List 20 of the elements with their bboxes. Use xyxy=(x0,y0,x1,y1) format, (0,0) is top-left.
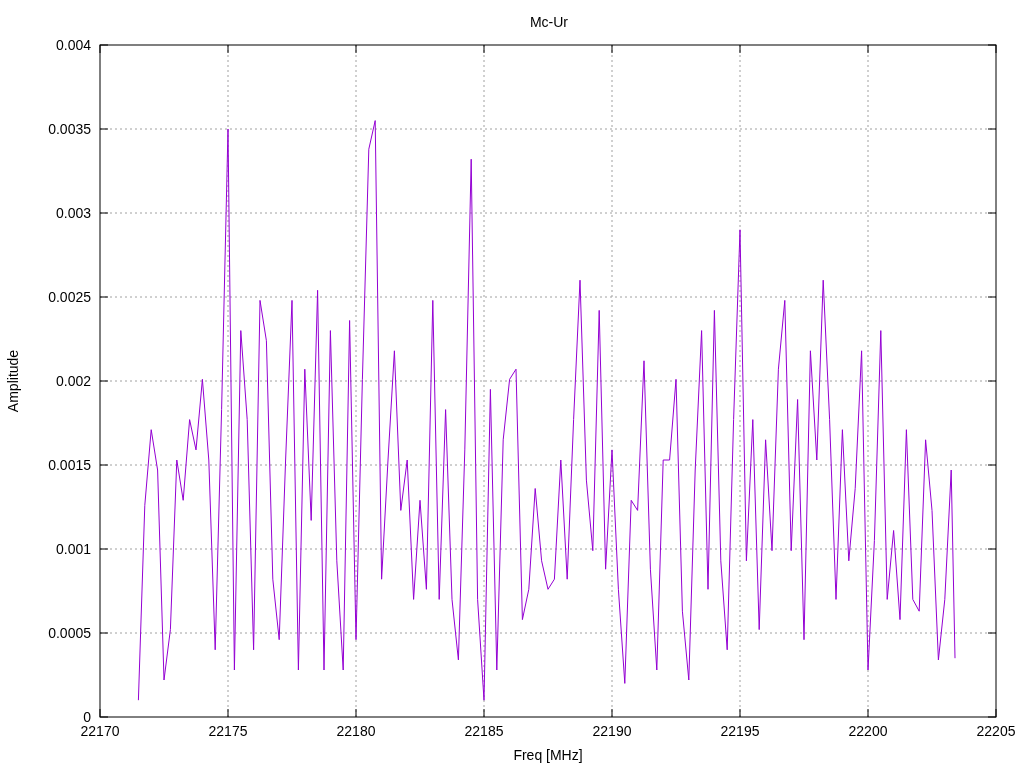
y-tick-label: 0.003 xyxy=(55,205,91,221)
x-tick-label: 22190 xyxy=(592,723,632,739)
y-tick-label: 0.0005 xyxy=(48,625,91,641)
x-tick-label: 22195 xyxy=(720,723,760,739)
y-tick-label: 0.0015 xyxy=(48,457,91,473)
y-tick-label: 0 xyxy=(83,709,91,725)
chart-title: Mc-Ur xyxy=(529,14,569,30)
y-axis-label: Amplitude xyxy=(5,349,21,413)
x-tick-label: 22170 xyxy=(80,723,120,739)
x-tick-label: 22185 xyxy=(464,723,504,739)
y-tick-label: 0.0025 xyxy=(48,289,91,305)
y-tick-label: 0.001 xyxy=(55,541,91,557)
y-tick-label: 0.004 xyxy=(55,37,91,53)
x-tick-label: 22180 xyxy=(336,723,376,739)
x-tick-label: 22200 xyxy=(848,723,888,739)
x-tick-label: 22205 xyxy=(976,723,1016,739)
y-tick-label: 0.002 xyxy=(55,373,91,389)
x-tick-label: 22175 xyxy=(208,723,248,739)
x-axis-label: Freq [MHz] xyxy=(513,747,583,763)
y-tick-label: 0.0035 xyxy=(48,121,91,137)
